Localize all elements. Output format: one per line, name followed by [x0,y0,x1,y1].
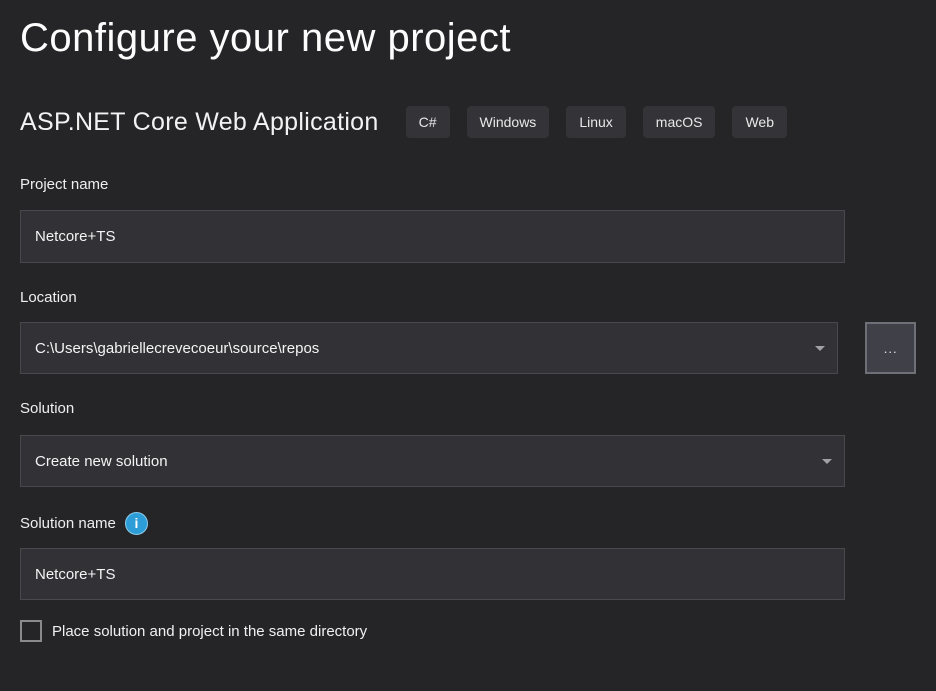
same-directory-checkbox[interactable] [20,620,42,642]
solution-name-label: Solution name [20,515,116,532]
solution-combobox[interactable]: Create new solution [20,435,845,487]
project-name-label: Project name [20,174,916,194]
solution-name-input[interactable] [20,548,845,600]
template-name: ASP.NET Core Web Application [20,108,379,137]
project-name-input[interactable] [20,210,845,263]
info-icon[interactable]: i [125,512,148,535]
location-row: C:\Users\gabriellecrevecoeur\source\repo… [20,322,916,374]
same-directory-option: Place solution and project in the same d… [20,620,916,642]
chevron-down-icon [815,346,825,351]
template-summary-row: ASP.NET Core Web Application C# Windows … [20,106,916,138]
tag-windows: Windows [467,106,550,138]
location-label: Location [20,287,916,307]
tag-csharp: C# [406,106,450,138]
same-directory-label: Place solution and project in the same d… [52,623,367,640]
solution-label: Solution [20,398,916,418]
solution-name-label-row: Solution name i [20,513,916,533]
solution-value: Create new solution [35,453,168,470]
template-tag-list: C# Windows Linux macOS Web [406,106,787,138]
page-title: Configure your new project [20,0,916,64]
browse-location-button[interactable]: ... [865,322,916,374]
location-combobox[interactable]: C:\Users\gabriellecrevecoeur\source\repo… [20,322,838,374]
tag-web: Web [732,106,787,138]
configure-project-dialog: Configure your new project ASP.NET Core … [0,0,936,691]
tag-linux: Linux [566,106,625,138]
chevron-down-icon [822,459,832,464]
tag-macos: macOS [643,106,716,138]
location-value: C:\Users\gabriellecrevecoeur\source\repo… [35,340,319,357]
